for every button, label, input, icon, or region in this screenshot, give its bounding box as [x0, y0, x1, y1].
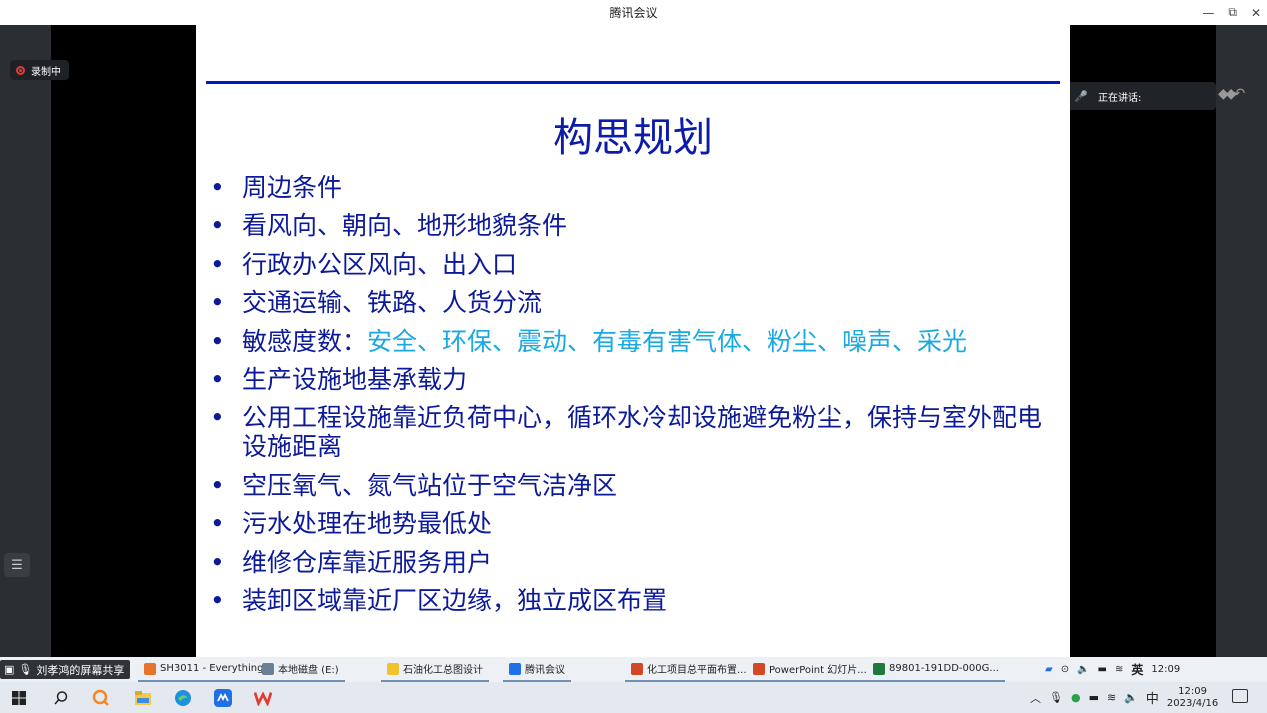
window-title: 腾讯会议: [609, 6, 658, 20]
slide-bullet-list: • 周边条件 • 看风向、朝向、地形地貌条件 • 行政办公区风向、出入口 • 交通运输、…: [206, 173, 1056, 624]
slide-bullet: • 看风向、朝向、地形地貌条件: [210, 211, 568, 241]
recording-label: 录制中: [31, 66, 61, 78]
window-controls: — ⧉ ✕: [1202, 0, 1261, 25]
slide-bullet: • 装卸区域靠近厂区边缘，独立成区布置: [210, 585, 668, 615]
slide-bullet: • 维修仓库靠近服务用户: [210, 547, 493, 577]
pdf-icon: [631, 662, 643, 675]
slide-header-rule: [206, 81, 1060, 84]
letterbox-right: [1070, 25, 1216, 657]
clock-time: 12:09: [1178, 685, 1207, 697]
slide-bullet: • 生产设施地基承载力: [210, 364, 468, 394]
notification-center-icon[interactable]: [1232, 689, 1248, 703]
recording-indicator[interactable]: 录制中: [10, 60, 69, 80]
tray-top-time[interactable]: 12:09: [1151, 664, 1180, 675]
screen-share-icon: ▣: [4, 663, 15, 676]
powerpoint-icon: [753, 662, 765, 675]
mic-icon[interactable]: 🎙: [1049, 691, 1063, 704]
volume-icon[interactable]: 🔈: [1077, 664, 1089, 675]
input-language[interactable]: 英: [1131, 661, 1143, 678]
slide-bullet: • 周边条件: [210, 173, 343, 202]
battery-icon[interactable]: ▬: [1098, 664, 1107, 675]
screen-share-label: 刘孝鸿的屏幕共享: [36, 663, 125, 677]
slide-bullet: • 污水处理在地势最低处: [210, 509, 493, 539]
show-hidden-icons[interactable]: ︿: [1030, 690, 1041, 706]
speaker-panel[interactable]: 🎤 正在讲话:: [1066, 82, 1216, 110]
battery-icon[interactable]: ▬: [1089, 691, 1099, 704]
task-powerpoint[interactable]: PowerPoint 幻灯片...: [747, 657, 873, 682]
slide-title: 构思规划: [553, 115, 713, 161]
shared-slide: 构思规划 • 周边条件 • 看风向、朝向、地形地貌条件 • 行政办公区风向、出入口 •…: [196, 25, 1070, 657]
slide-bullet: • 敏感度数：安全、环保、震动、有毒有害气体、粉尘、噪声、采光: [210, 326, 968, 356]
task-tencent-meeting[interactable]: 腾讯会议: [503, 657, 571, 682]
clock-date: 2023/4/16: [1166, 697, 1219, 709]
slide-bullet: • 行政办公区风向、出入口: [210, 249, 518, 279]
tencent-meeting-tray-icon[interactable]: ▰: [1045, 664, 1053, 675]
edge-icon[interactable]: [174, 689, 192, 707]
folder-icon: [387, 662, 399, 675]
slide-bullet: • 交通运输、铁路、人货分流: [210, 288, 543, 318]
maximize-button[interactable]: ⧉: [1228, 5, 1237, 20]
wechat-icon[interactable]: ●: [1071, 691, 1081, 704]
screen-share-chip[interactable]: ▣ 🎙 刘孝鸿的屏幕共享: [0, 660, 131, 679]
volume-icon[interactable]: 🔈: [1124, 691, 1138, 704]
slide-bullet-highlight: 安全、环保、震动、有毒有害气体、粉尘、噪声、采光: [367, 326, 968, 356]
tencent-meeting-icon: [509, 662, 521, 675]
task-everything[interactable]: SH3011 - Everything: [138, 657, 270, 682]
everything-icon[interactable]: [92, 689, 110, 707]
file-explorer-icon[interactable]: [134, 689, 152, 707]
list-menu-button[interactable]: ☰: [4, 553, 30, 577]
task-folder-design[interactable]: 石油化工总图设计: [381, 657, 489, 682]
close-button[interactable]: ✕: [1251, 6, 1261, 20]
system-tray: ︿ 🎙 ● ▬ ≋ 🔈 中 12:09 2023/4/16: [1030, 682, 1218, 713]
list-icon: ☰: [11, 557, 23, 573]
tray-top: ▰ ⊙ 🔈 ▬ ≋ 英 12:09: [1045, 657, 1180, 682]
input-language[interactable]: 中: [1146, 688, 1159, 707]
system-clock[interactable]: 12:09 2023/4/16: [1167, 686, 1218, 710]
network-icon[interactable]: ⊙: [1061, 664, 1069, 675]
task-pdf-layout[interactable]: 化工项目总平面布置...: [625, 657, 753, 682]
task-local-disk[interactable]: 本地磁盘 (E:): [256, 657, 345, 682]
speaker-label: 正在讲话:: [1098, 92, 1142, 104]
drive-icon: [262, 662, 274, 675]
wps-icon[interactable]: [254, 689, 272, 707]
task-excel[interactable]: 89801-191DD-000G...: [867, 657, 1005, 682]
tencent-meeting-icon[interactable]: [214, 689, 232, 707]
record-icon: [16, 65, 25, 75]
search-icon[interactable]: [52, 689, 70, 707]
slide-bullet: • 公用工程设施靠近负荷中心，循环水冷却设施避免粉尘，保持与室外配电设施距离: [210, 403, 1043, 462]
letterbox-left: [51, 25, 196, 657]
collapse-panel-icon[interactable]: ◆◆↶: [1218, 86, 1245, 102]
excel-icon: [873, 662, 885, 675]
everything-icon: [144, 662, 156, 675]
right-toolbar-strip: [1216, 25, 1267, 657]
window-title-bar: 腾讯会议: [0, 0, 1267, 25]
slide-bullet: • 空压氧气、氮气站位于空气洁净区: [210, 470, 618, 500]
mic-icon: 🎙: [18, 663, 33, 676]
minimize-button[interactable]: —: [1202, 6, 1214, 20]
wifi-icon[interactable]: ≋: [1107, 691, 1116, 704]
windows-icon[interactable]: [10, 689, 28, 707]
mic-muted-icon: 🎤: [1074, 89, 1088, 103]
wifi-icon[interactable]: ≋: [1115, 664, 1123, 675]
